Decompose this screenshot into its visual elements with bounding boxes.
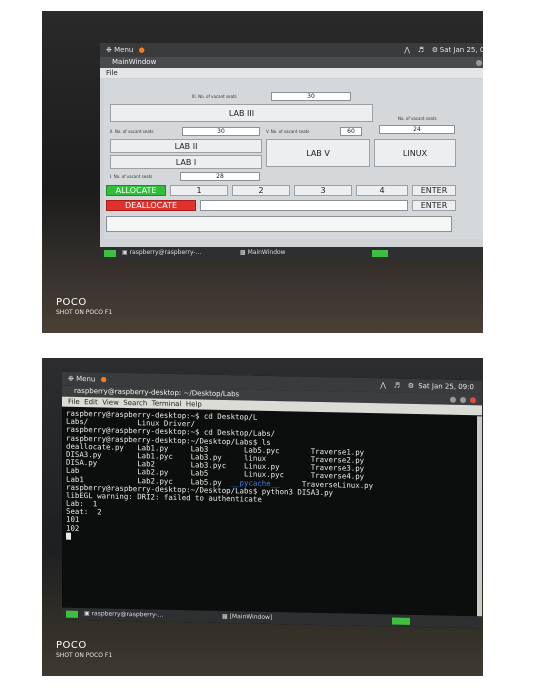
screen-mainwindow: ❉ Menu ● ⋀ ♬ ⚙ Sat Jan 25, 09:05 MainWin… xyxy=(100,43,483,259)
lab2-seats-field[interactable]: 30 xyxy=(182,127,260,136)
taskbar-mainwindow-item[interactable]: ▩ [MainWindow] xyxy=(222,611,272,624)
taskbar-terminal-item[interactable]: ▣ raspberry@raspberry-... xyxy=(122,247,201,259)
maximize-icon[interactable] xyxy=(459,396,466,404)
lab1-seats-field[interactable]: 28 xyxy=(180,172,260,181)
lab2-seats-label: II. No. of vacant seats xyxy=(110,129,154,134)
clock: Sat Jan 25, 09:0 xyxy=(418,382,474,392)
linux-button[interactable]: LINUX xyxy=(374,139,456,167)
caption-shot: SHOT ON POCO F1 xyxy=(56,309,113,316)
screen-terminal: ❉ Menu ● ⋀ ♬ ⚙ Sat Jan 25, 09:0 raspberr… xyxy=(62,371,482,629)
menu-terminal[interactable]: Terminal xyxy=(152,399,182,408)
lab3-button[interactable]: LAB III xyxy=(110,104,373,122)
wifi-icon[interactable]: ⋀ xyxy=(380,378,386,392)
terminal-scrollbar[interactable] xyxy=(477,416,482,617)
menu-file[interactable]: File xyxy=(68,398,80,406)
lab1-seats-label: I. No. of vacant seats xyxy=(110,174,153,179)
caption-shot: SHOT ON POCO F1 xyxy=(56,652,113,659)
close-icon[interactable] xyxy=(470,397,476,404)
lab5-button[interactable]: LAB V xyxy=(266,139,370,167)
volume-icon[interactable]: ♬ xyxy=(418,43,424,57)
enter-button-allocate[interactable]: ENTER xyxy=(412,185,456,196)
taskbar-terminal-item[interactable]: ▣ raspberry@raspberry-... xyxy=(84,608,163,622)
terminal-icon: ▣ xyxy=(122,249,128,256)
window-controls xyxy=(474,59,483,66)
taskbar: ▣ raspberry@raspberry-... ▩ MainWindow xyxy=(100,247,483,259)
output-box xyxy=(106,216,452,232)
terminal-output[interactable]: raspberry@raspberry-desktop:~$ cd Deskto… xyxy=(62,407,482,617)
wifi-icon[interactable]: ⋀ xyxy=(404,43,410,57)
menubar: File xyxy=(100,68,483,78)
menu-button[interactable]: ❉ Menu ● xyxy=(106,43,145,57)
lab2-button[interactable]: LAB II xyxy=(110,139,262,153)
taskbar-tray-button[interactable] xyxy=(392,617,410,625)
taskbar-tray-button[interactable] xyxy=(372,250,388,257)
menu-view[interactable]: View xyxy=(102,398,119,406)
clock: Sat Jan 25, 09:05 xyxy=(439,46,483,54)
terminal-cursor xyxy=(66,532,71,541)
allocate-button[interactable]: ALLOCATE xyxy=(106,185,166,196)
menu-edit[interactable]: Edit xyxy=(84,398,98,406)
volume-icon[interactable]: ♬ xyxy=(394,379,400,393)
window-icon: ▩ xyxy=(240,249,246,256)
lab3-seats-field[interactable]: 30 xyxy=(271,92,351,101)
lab5-seats-field[interactable]: 60 xyxy=(340,127,362,136)
deallocate-button[interactable]: DEALLOCATE xyxy=(106,200,196,211)
settings-icon[interactable]: ⚙ xyxy=(432,43,438,57)
number-button-3[interactable]: 3 xyxy=(294,185,352,196)
enter-button-deallocate[interactable]: ENTER xyxy=(412,200,456,211)
camera-caption: POCO SHOT ON POCO F1 xyxy=(56,297,112,316)
lab1-button[interactable]: LAB I xyxy=(110,155,262,169)
taskbar-show-desktop[interactable] xyxy=(104,250,116,257)
deallocate-seat-field[interactable] xyxy=(200,200,408,211)
terminal-icon: ▣ xyxy=(84,610,90,618)
menu-file[interactable]: File xyxy=(106,69,118,77)
minimize-icon[interactable] xyxy=(475,60,482,66)
browser-icon[interactable]: ● xyxy=(139,46,145,54)
linux-seats-field[interactable]: 24 xyxy=(379,125,455,134)
photo-mainwindow: ❉ Menu ● ⋀ ♬ ⚙ Sat Jan 25, 09:05 MainWin… xyxy=(42,11,483,333)
lab5-seats-label: V. No. of vacant seats xyxy=(266,129,310,134)
window-titlebar[interactable]: MainWindow xyxy=(100,57,483,68)
photo-terminal: ❉ Menu ● ⋀ ♬ ⚙ Sat Jan 25, 09:0 raspberr… xyxy=(42,358,483,676)
taskbar-mainwindow-item[interactable]: ▩ MainWindow xyxy=(240,247,286,259)
linux-seats-label: No. of vacant seats xyxy=(398,116,437,121)
camera-caption: POCO SHOT ON POCO F1 xyxy=(56,640,112,659)
number-button-2[interactable]: 2 xyxy=(232,185,290,196)
browser-icon[interactable]: ● xyxy=(101,375,107,383)
top-panel: ❉ Menu ● ⋀ ♬ ⚙ Sat Jan 25, 09:05 xyxy=(100,43,483,57)
window-icon: ▩ xyxy=(222,612,228,621)
number-button-1[interactable]: 1 xyxy=(170,185,228,196)
lab3-seats-label: III. No. of vacant seats xyxy=(192,94,237,99)
menu-button[interactable]: ❉ Menu ● xyxy=(68,372,107,387)
menu-help[interactable]: Help xyxy=(186,400,202,408)
raspberry-icon: ❉ xyxy=(106,46,112,54)
caption-brand: POCO xyxy=(56,297,87,308)
settings-icon[interactable]: ⚙ xyxy=(408,379,414,393)
caption-brand: POCO xyxy=(56,640,87,651)
taskbar-show-desktop[interactable] xyxy=(66,610,78,618)
lab-allocation-form: III. No. of vacant seats 30 LAB III No. … xyxy=(104,79,483,239)
number-button-4[interactable]: 4 xyxy=(356,185,408,196)
raspberry-icon: ❉ xyxy=(68,374,74,383)
menu-search[interactable]: Search xyxy=(123,399,147,408)
window-title: MainWindow xyxy=(112,58,157,66)
window-controls xyxy=(448,396,476,404)
minimize-icon[interactable] xyxy=(449,396,456,403)
